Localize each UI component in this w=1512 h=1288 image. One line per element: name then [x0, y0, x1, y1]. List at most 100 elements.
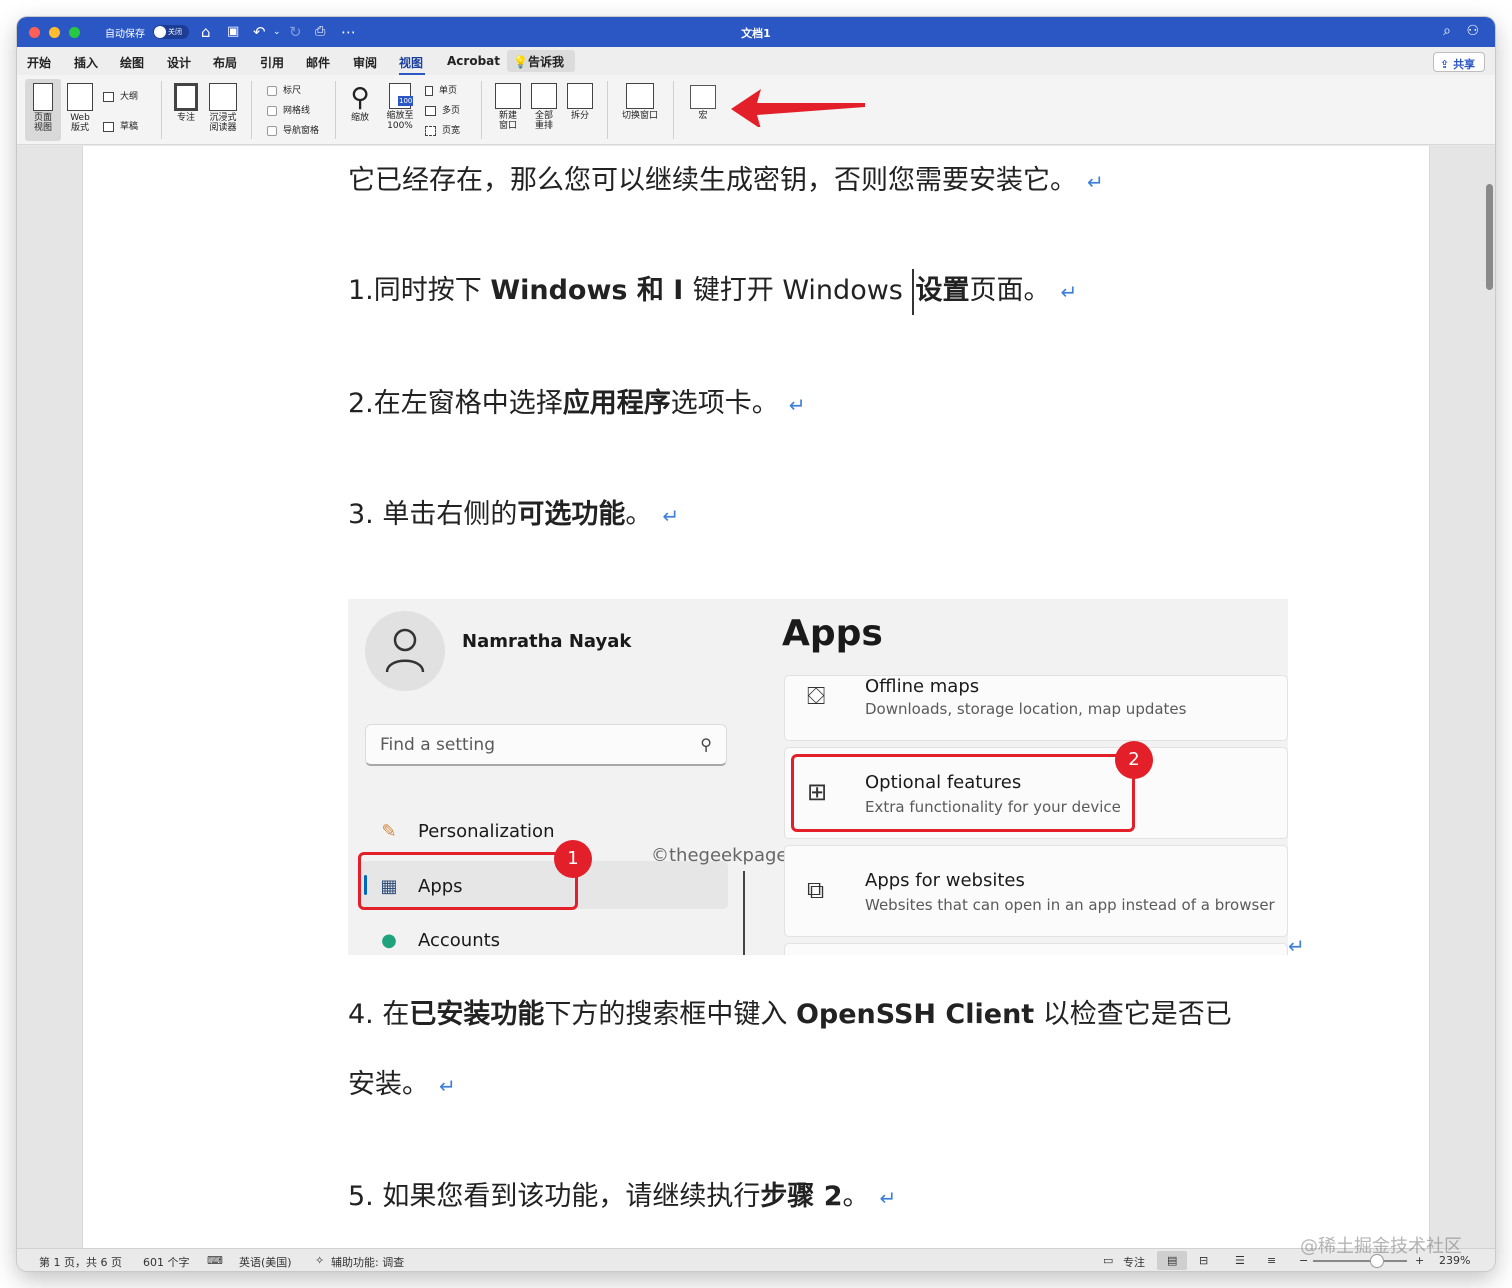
paragraph-step5[interactable]: 5. 如果您看到该功能，请继续执行步骤 2。 ↵ — [348, 1174, 896, 1213]
share-button[interactable]: ⇪ 共享 — [1433, 52, 1485, 72]
print-layout-icon[interactable]: ▤ — [1167, 1254, 1177, 1267]
macros-icon — [690, 85, 716, 109]
page-width-label: 页宽 — [442, 126, 461, 136]
page-count[interactable]: 第 1 页，共 6 页 — [39, 1254, 122, 1270]
paragraph-step2[interactable]: 2.在左窗格中选择应用程序选项卡。 ↵ — [348, 381, 806, 420]
view-ribbon: 页面 视图 Web 版式 大纲 草稿 专注 沉浸式 阅读器 标尺 网格线 导航窗… — [17, 75, 1495, 145]
step3-text-a: 3. 单击右侧的 — [348, 499, 518, 530]
web-layout-label: Web 版式 — [70, 113, 90, 133]
nav-pane-checkbox[interactable]: 导航窗格 — [267, 123, 319, 136]
card-subtitle: Websites that can open in an app instead… — [865, 896, 1275, 914]
paragraph-step3[interactable]: 3. 单击右侧的可选功能。 ↵ — [348, 492, 679, 531]
document-page[interactable]: 它已经存在，那么您可以继续生成密钥，否则您需要安装它。 ↵ 1.同时按下 Wind… — [83, 146, 1429, 1248]
card-offline-maps[interactable]: ⛋ Offline maps Downloads, storage locati… — [784, 675, 1288, 741]
page-width-button[interactable]: 页宽 — [425, 123, 460, 136]
tab-references[interactable]: 引用 — [260, 54, 284, 71]
tab-review[interactable]: 审阅 — [353, 54, 377, 71]
zoom-100-label: 缩放至 100% — [386, 111, 414, 131]
tab-view[interactable]: 视图 — [399, 54, 423, 71]
document-area[interactable]: 它已经存在，那么您可以继续生成密钥，否则您需要安装它。 ↵ 1.同时按下 Wind… — [17, 146, 1495, 1248]
tab-home[interactable]: 开始 — [27, 54, 51, 71]
focus-label: 专注 — [176, 113, 195, 123]
proofing-icon[interactable]: ⌨ — [207, 1254, 223, 1267]
macros-button[interactable]: 宏 — [681, 79, 725, 141]
web-layout-button[interactable]: Web 版式 — [63, 79, 97, 141]
zoom-100-button[interactable]: 100 缩放至 100% — [381, 79, 419, 141]
tab-acrobat[interactable]: Acrobat — [447, 54, 500, 68]
focus-button[interactable]: 专注 — [169, 79, 203, 141]
accessibility-icon: ✧ — [315, 1254, 325, 1267]
web-layout-icon — [67, 83, 93, 111]
page-view-button[interactable]: 页面 视图 — [25, 79, 61, 141]
brush-icon: ✎ — [381, 821, 397, 842]
immersive-reader-button[interactable]: 沉浸式 阅读器 — [205, 79, 241, 141]
search-icon[interactable]: ⌕ — [1443, 23, 1451, 39]
embedded-screenshot[interactable]: Namratha Nayak Apps Find a setting ⚲ ✎ Pe… — [348, 599, 1288, 955]
paragraph-line0[interactable]: 它已经存在，那么您可以继续生成密钥，否则您需要安装它。 ↵ — [348, 158, 1104, 197]
document-title: 文档1 — [741, 27, 771, 40]
outline-button[interactable]: 大纲 — [103, 89, 138, 102]
draft-label: 草稿 — [120, 122, 139, 132]
find-setting-search[interactable]: Find a setting ⚲ — [365, 724, 727, 766]
zoom-slider-track[interactable] — [1313, 1260, 1407, 1262]
card-apps-for-websites[interactable]: ⧉ Apps for websites Websites that can op… — [784, 845, 1288, 937]
annotation-badge-1: 1 — [554, 840, 592, 878]
new-window-button[interactable]: 新建 窗口 — [491, 79, 525, 141]
arrange-all-button[interactable]: 全部 重排 — [527, 79, 561, 141]
focus-mode-label[interactable]: 专注 — [1123, 1254, 1145, 1270]
gridlines-checkbox[interactable]: 网格线 — [267, 103, 310, 116]
tab-insert[interactable]: 插入 — [74, 54, 98, 71]
step2-apps: 应用程序 — [562, 388, 671, 419]
tab-layout[interactable]: 布局 — [213, 54, 237, 71]
paragraph-step1[interactable]: 1.同时按下 Windows 和 I 键打开 Windows 设置页面。 ↵ — [348, 268, 1077, 315]
user-name: Namratha Nayak — [462, 631, 632, 652]
tab-draw[interactable]: 绘图 — [120, 54, 144, 71]
checkbox-box — [267, 105, 277, 116]
return-mark: ↵ — [879, 1186, 897, 1210]
return-mark: ↵ — [1087, 170, 1104, 194]
ribbon-divider — [335, 81, 336, 139]
word-window: 自动保存 关闭 ⌂ ▣ ↶ ⌄ ↻ ⎙ ⋯ 文档1 ⌕ ⚇ 开始 插入 绘图 设… — [17, 17, 1495, 1271]
word-count[interactable]: 601 个字 — [143, 1254, 190, 1270]
paragraph-step4-wrap[interactable]: 安装。 ↵ — [348, 1062, 456, 1101]
lightbulb-icon: 💡 — [513, 55, 528, 69]
split-icon — [567, 83, 593, 109]
arrange-all-label: 全部 重排 — [534, 111, 553, 131]
multi-page-button[interactable]: 多页 — [425, 103, 460, 116]
ribbon-divider — [607, 81, 608, 139]
focus-mode-icon: ▭ — [1103, 1254, 1114, 1267]
web-layout-icon[interactable]: ⊟ — [1199, 1254, 1208, 1267]
tab-design[interactable]: 设计 — [167, 54, 191, 71]
draft-button[interactable]: 草稿 — [103, 119, 138, 132]
page-width-icon — [425, 125, 436, 136]
arrange-all-icon — [531, 83, 557, 109]
nav-pane-label: 导航窗格 — [283, 126, 320, 136]
return-mark: ↵ — [439, 1074, 456, 1098]
accessibility-status[interactable]: 辅助功能: 调查 — [331, 1254, 404, 1270]
zoom-button[interactable]: ⚲ 缩放 — [343, 79, 377, 141]
language[interactable]: 英语(美国) — [239, 1254, 292, 1270]
step1-text-a: 1.同时按下 — [348, 275, 491, 306]
step2-text-a: 2.在左窗格中选择 — [348, 388, 563, 419]
one-page-label: 单页 — [439, 86, 458, 96]
vertical-scrollbar-thumb[interactable] — [1486, 184, 1493, 290]
split-button[interactable]: 拆分 — [563, 79, 597, 141]
step1-text-c: 键打开 Windows — [692, 275, 912, 306]
nav-personalization[interactable]: ✎ Personalization — [378, 821, 554, 842]
focus-icon — [174, 83, 198, 111]
nav-accounts[interactable]: ● Accounts — [378, 930, 500, 951]
title-bar: 自动保存 关闭 ⌂ ▣ ↶ ⌄ ↻ ⎙ ⋯ 文档1 ⌕ ⚇ — [17, 17, 1495, 47]
return-mark: ↵ — [1060, 280, 1078, 304]
card-subtitle: Downloads, storage location, map updates — [865, 700, 1187, 718]
switch-window-button[interactable]: 切换窗口 — [615, 79, 665, 141]
tell-me-label: 告诉我 — [527, 55, 564, 69]
tab-mailings[interactable]: 邮件 — [306, 54, 330, 71]
tell-me-box[interactable]: 💡告诉我 — [507, 50, 575, 72]
one-page-button[interactable]: 单页 — [425, 83, 457, 96]
paragraph-step4[interactable]: 4. 在已安装功能下方的搜索框中键入 OpenSSH Client 以检查它是否… — [348, 992, 1232, 1031]
account-icon[interactable]: ⚇ — [1466, 23, 1479, 39]
ruler-checkbox[interactable]: 标尺 — [267, 83, 301, 96]
ribbon-divider — [161, 81, 162, 139]
outline-view-icon[interactable]: ☰ — [1235, 1254, 1245, 1267]
draft-view-icon[interactable]: ≡ — [1267, 1254, 1276, 1267]
